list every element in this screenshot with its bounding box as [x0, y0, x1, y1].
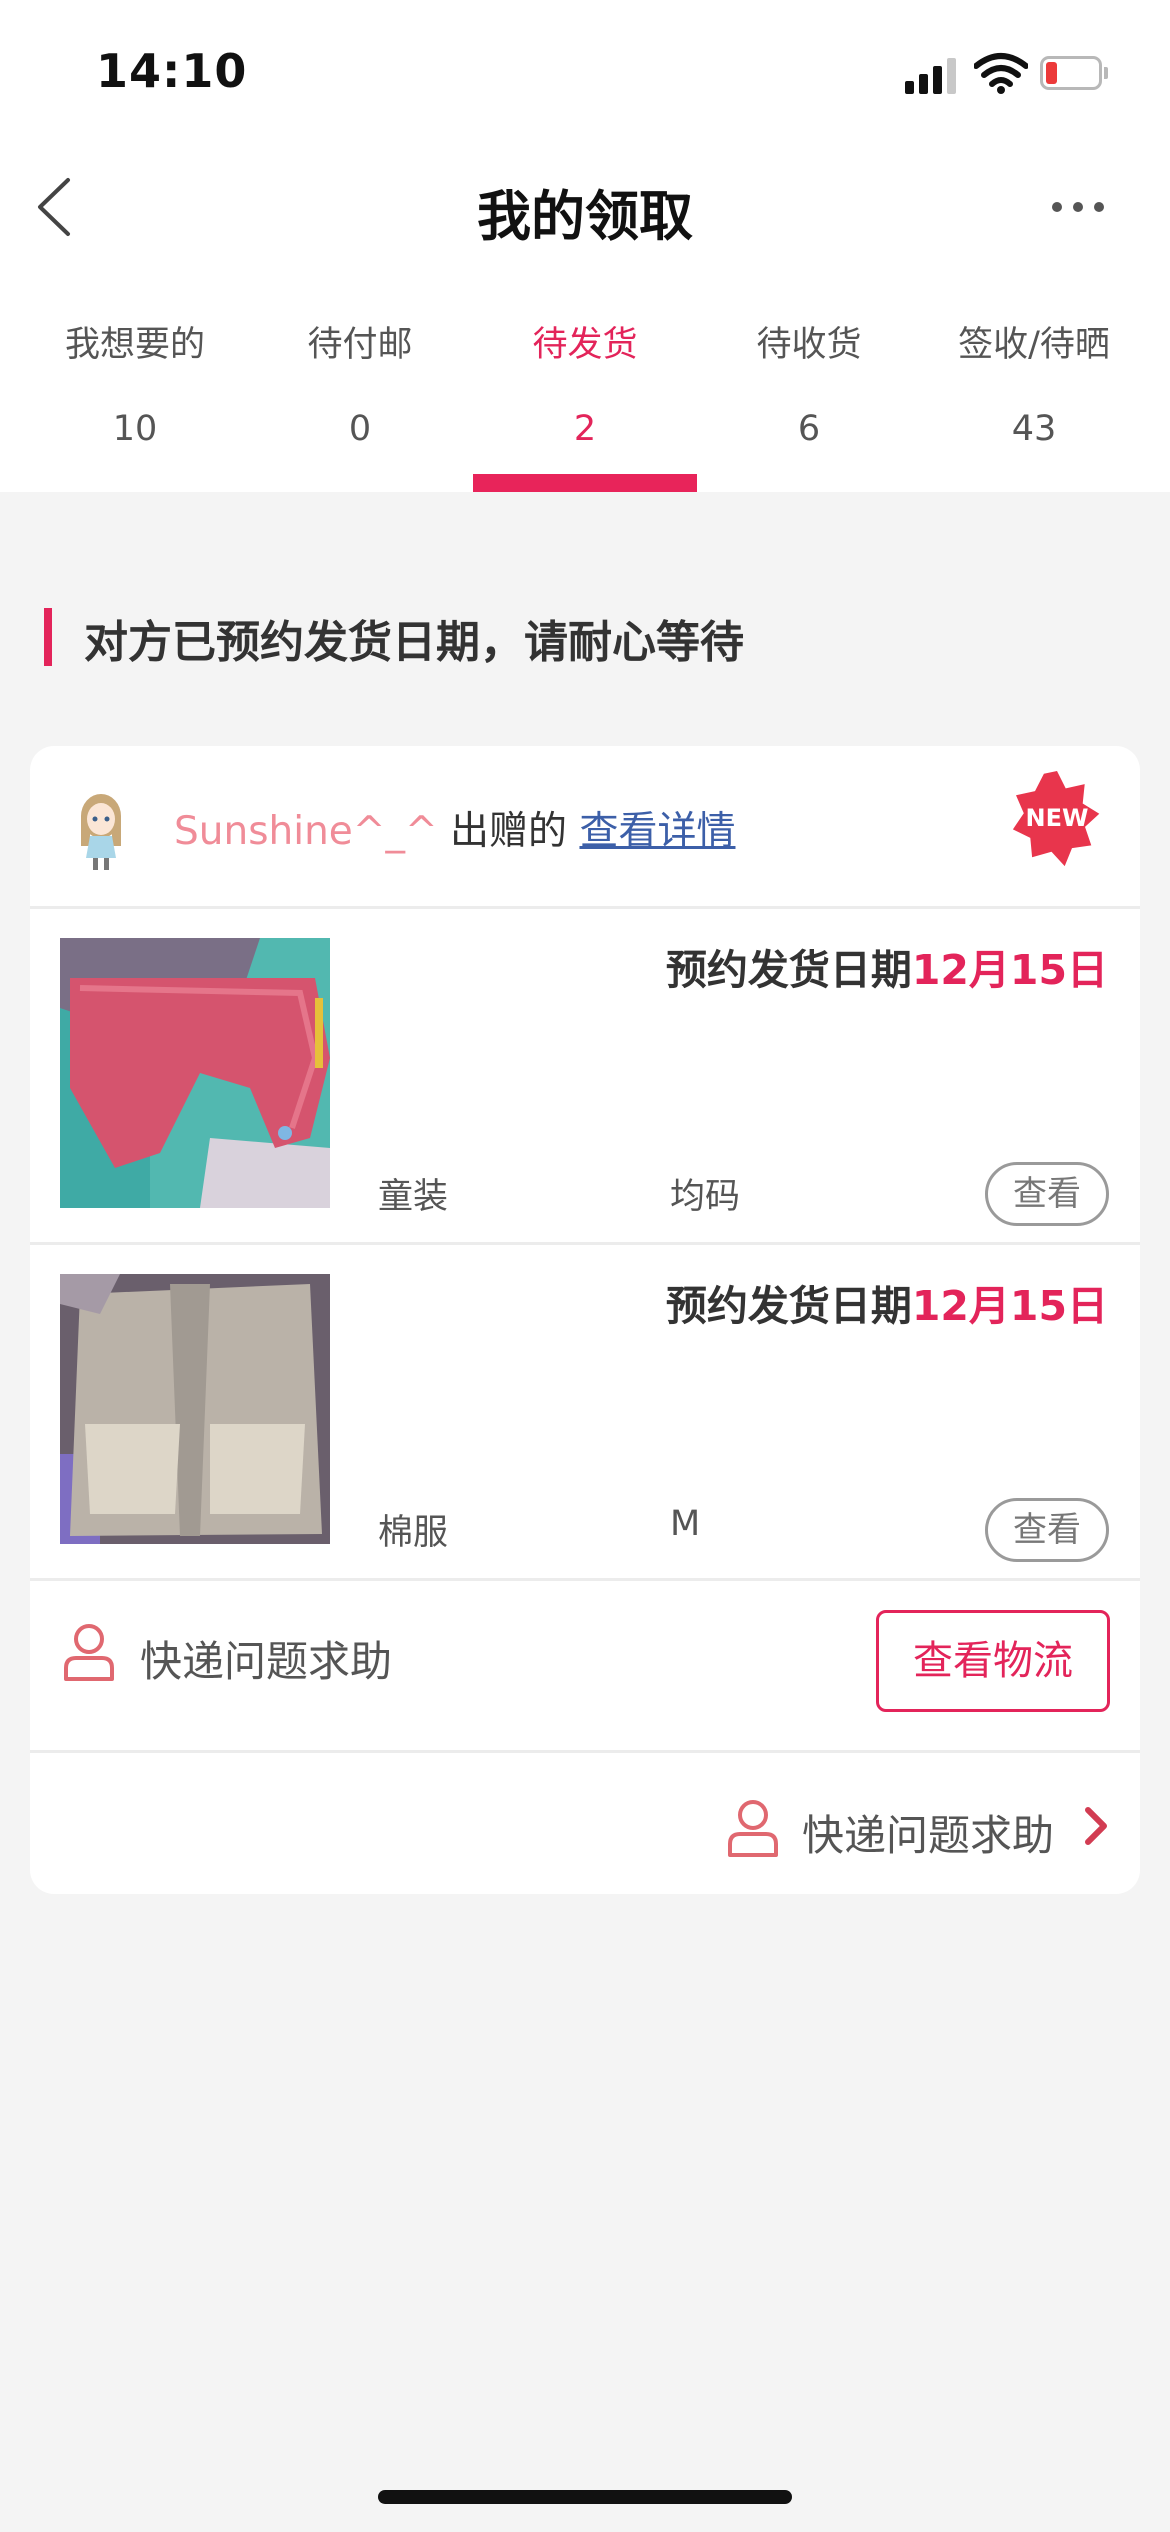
item-category: 童装 [378, 1177, 449, 1217]
divider [30, 1242, 1140, 1245]
divider [30, 1750, 1140, 1753]
tab-count: 6 [797, 409, 821, 449]
item-category: 棉服 [378, 1513, 449, 1553]
item-schedule: 预约发货日期12月15日 [666, 1272, 1108, 1332]
view-details-link[interactable]: 查看详情 [579, 809, 735, 854]
tab-count: 43 [1011, 409, 1057, 449]
schedule-date: 12月15日 [911, 946, 1108, 994]
schedule-date: 12月15日 [911, 1282, 1108, 1330]
new-badge-label: NEW [1025, 804, 1089, 832]
donor-nickname[interactable]: Sunshine^_^ [174, 809, 438, 854]
tab-count: 2 [573, 409, 597, 449]
tab-pending-receipt[interactable]: 待收货 6 [697, 320, 921, 492]
tab-count: 0 [348, 409, 372, 449]
divider [30, 906, 1140, 909]
tab-pending-shipment[interactable]: 待发货 2 [473, 320, 697, 492]
tab-wanted[interactable]: 我想要的 10 [23, 320, 247, 492]
schedule-label: 预约发货日期 [665, 946, 912, 994]
divider [30, 1578, 1140, 1581]
item-photo-cotton-jacket[interactable] [60, 1274, 330, 1544]
item-schedule: 预约发货日期12月15日 [666, 936, 1108, 996]
tab-label: 待付邮 [307, 325, 413, 365]
view-item-button[interactable]: 查看 [985, 1498, 1109, 1562]
donor-avatar[interactable] [60, 786, 142, 872]
wifi-icon [974, 53, 1028, 94]
battery-icon [1040, 56, 1108, 90]
courier-help-label[interactable]: 快递问题求助 [140, 1628, 392, 1689]
tab-label: 待发货 [532, 325, 638, 365]
tab-label: 待收货 [756, 325, 862, 365]
new-badge: NEW [1006, 770, 1108, 872]
home-indicator [378, 2490, 792, 2504]
back-icon[interactable] [34, 176, 74, 238]
view-item-button[interactable]: 查看 [985, 1162, 1109, 1226]
donor-line: Sunshine^_^ 出赠的 查看详情 [174, 800, 735, 856]
tab-label: 签收/待晒 [958, 325, 1110, 365]
more-options-icon[interactable] [1050, 196, 1106, 218]
item-size: 均码 [670, 1177, 741, 1217]
person-icon [64, 1624, 114, 1681]
item-photo-pink-pants[interactable] [60, 938, 330, 1208]
tab-pending-postage[interactable]: 待付邮 0 [248, 320, 472, 492]
tab-signed-to-share[interactable]: 签收/待晒 43 [922, 320, 1146, 492]
person-icon [728, 1800, 778, 1857]
donor-suffix: 出赠的 [450, 809, 568, 854]
courier-help-link-label[interactable]: 快递问题求助 [802, 1802, 1054, 1863]
cellular-signal-icon [905, 54, 957, 94]
status-time: 14:10 [96, 44, 248, 98]
active-tab-indicator [473, 474, 697, 492]
tab-label: 我想要的 [64, 325, 205, 365]
item-size: M [670, 1504, 701, 1544]
schedule-label: 预约发货日期 [665, 1282, 912, 1330]
section-title: 对方已预约发货日期，请耐心等待 [84, 617, 744, 668]
section-accent-bar [44, 608, 52, 666]
tab-count: 10 [112, 409, 158, 449]
view-logistics-button[interactable]: 查看物流 [876, 1610, 1110, 1712]
chevron-right-icon[interactable] [1082, 1806, 1110, 1846]
